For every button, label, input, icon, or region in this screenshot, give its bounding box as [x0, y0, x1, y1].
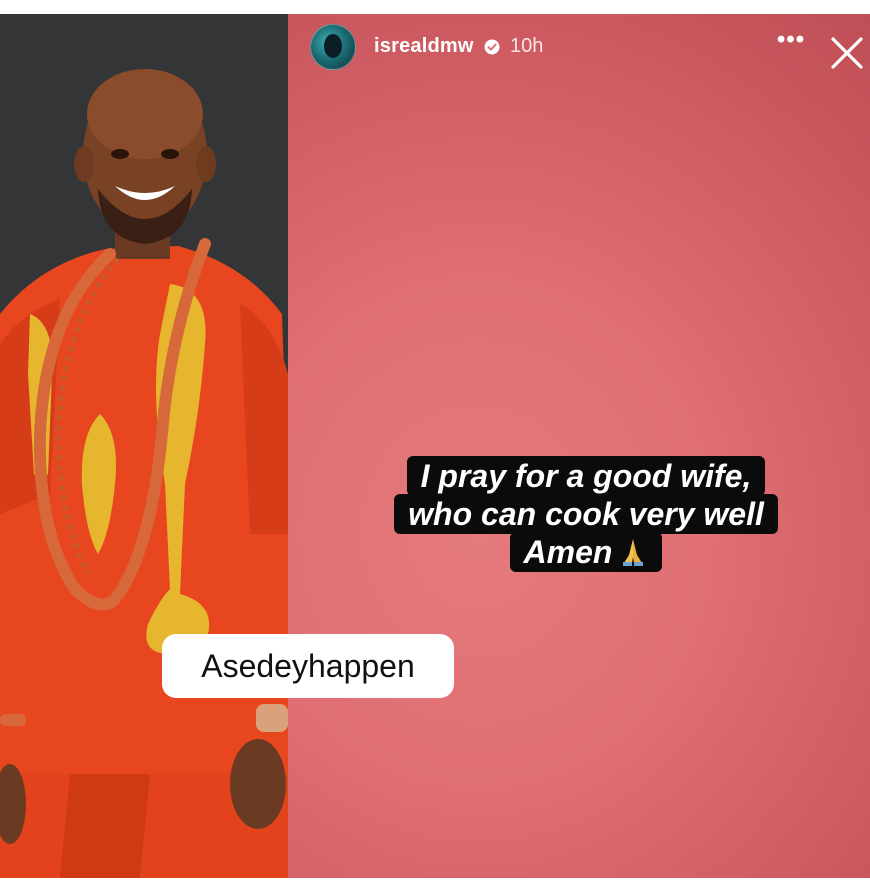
story-caption: I pray for a good wife, who can cook ver… — [344, 456, 828, 572]
bottom-margin — [0, 878, 870, 889]
story-header: isrealdmw 10h ••• — [300, 22, 863, 74]
close-icon[interactable] — [830, 36, 864, 70]
story-photo — [0, 14, 288, 878]
story-viewer[interactable]: isrealdmw 10h ••• I pray for a good wife… — [0, 14, 870, 878]
folded-hands-icon — [623, 539, 644, 566]
top-margin — [0, 0, 870, 14]
caption-line-1: I pray for a good wife, — [406, 456, 766, 496]
watermark-label: Asedeyhappen — [162, 634, 454, 698]
caption-line-2: who can cook very well — [394, 494, 778, 534]
story-timestamp: 10h — [510, 35, 544, 57]
verified-badge-icon — [484, 39, 500, 55]
more-options-button[interactable]: ••• — [776, 28, 806, 60]
story-username[interactable]: isrealdmw — [374, 35, 474, 58]
profile-avatar[interactable] — [310, 24, 356, 70]
caption-line-3-text: Amen — [523, 534, 613, 570]
caption-line-3: Amen — [509, 532, 663, 572]
